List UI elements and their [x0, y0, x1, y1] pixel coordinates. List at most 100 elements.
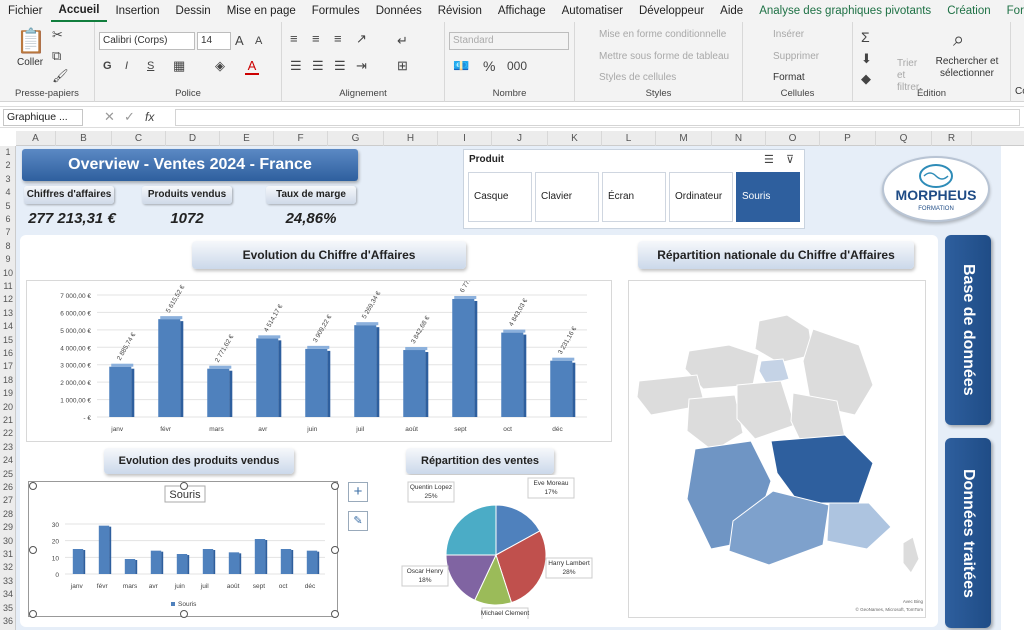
- orientation-icon[interactable]: ↗: [356, 32, 367, 46]
- add-chart-element-button[interactable]: +: [348, 482, 368, 502]
- menu-9[interactable]: Automatiser: [554, 5, 631, 17]
- col-header[interactable]: M: [656, 131, 712, 146]
- row-header[interactable]: 15: [0, 334, 16, 346]
- ca-bar[interactable]: [256, 338, 279, 417]
- col-header[interactable]: Q: [876, 131, 932, 146]
- row-header[interactable]: 27: [0, 494, 16, 506]
- context-tab-1[interactable]: Création: [939, 5, 998, 17]
- ca-bar[interactable]: [207, 368, 230, 417]
- row-header[interactable]: 5: [0, 200, 16, 212]
- col-header[interactable]: D: [166, 131, 220, 146]
- ca-bar[interactable]: [354, 325, 377, 417]
- find-select-button[interactable]: Rechercher et sélectionner: [935, 56, 999, 80]
- percent-icon[interactable]: %: [483, 59, 495, 73]
- format-button[interactable]: Format: [773, 72, 805, 83]
- resize-handle[interactable]: [29, 610, 37, 618]
- col-header[interactable]: L: [602, 131, 656, 146]
- row-header[interactable]: 22: [0, 427, 16, 439]
- row-header[interactable]: 23: [0, 441, 16, 453]
- align-center-icon[interactable]: ☰: [312, 59, 324, 73]
- delete-button[interactable]: Supprimer: [773, 51, 819, 62]
- wrap-icon[interactable]: ↵: [397, 34, 408, 48]
- menu-3[interactable]: Dessin: [168, 5, 219, 17]
- product-bar[interactable]: [228, 552, 240, 574]
- row-header[interactable]: 26: [0, 481, 16, 493]
- col-header[interactable]: G: [328, 131, 384, 146]
- row-header[interactable]: 10: [0, 267, 16, 279]
- format-as-table-button[interactable]: Mettre sous forme de tableau: [599, 51, 729, 62]
- product-bar[interactable]: [150, 550, 162, 574]
- row-header[interactable]: 19: [0, 387, 16, 399]
- align-top-icon[interactable]: ≡: [290, 32, 298, 46]
- align-middle-icon[interactable]: ≡: [312, 32, 320, 46]
- processed-data-button[interactable]: Données traitées: [945, 438, 991, 628]
- autosum-icon[interactable]: Σ: [861, 30, 870, 44]
- product-bar[interactable]: [306, 550, 318, 574]
- row-header[interactable]: 29: [0, 521, 16, 533]
- row-header[interactable]: 1: [0, 146, 16, 158]
- cell-styles-button[interactable]: Styles de cellules: [599, 72, 676, 83]
- row-header[interactable]: 21: [0, 414, 16, 426]
- row-header[interactable]: 13: [0, 307, 16, 319]
- col-header[interactable]: F: [274, 131, 328, 146]
- merge-icon[interactable]: ⊞: [397, 59, 408, 73]
- sales-pie-chart[interactable]: Eve Moreau 17% Harry Lambert 28% Michael Cle…: [376, 475, 616, 629]
- product-bar[interactable]: [202, 549, 214, 574]
- resize-handle[interactable]: [331, 482, 339, 490]
- italic-button[interactable]: I: [125, 59, 128, 73]
- col-header[interactable]: A: [16, 131, 56, 146]
- col-header[interactable]: I: [438, 131, 492, 146]
- multiselect-icon[interactable]: ☰: [764, 153, 774, 167]
- grow-font-icon[interactable]: A: [235, 34, 244, 48]
- cut-icon[interactable]: ✂: [52, 28, 63, 42]
- fill-color-icon[interactable]: ◈: [215, 59, 225, 73]
- col-header[interactable]: K: [548, 131, 602, 146]
- resize-handle[interactable]: [29, 482, 37, 490]
- map-chart[interactable]: Avec Bing © GeoNames, Microsoft, TomTom: [628, 280, 926, 618]
- insert-button[interactable]: Insérer: [773, 29, 804, 40]
- fx-button[interactable]: fx: [145, 110, 154, 124]
- row-header[interactable]: 12: [0, 293, 16, 305]
- shrink-font-icon[interactable]: A: [255, 34, 262, 48]
- number-format-combo[interactable]: Standard: [449, 32, 569, 50]
- col-header[interactable]: R: [932, 131, 972, 146]
- resize-handle[interactable]: [331, 610, 339, 618]
- menu-6[interactable]: Données: [368, 5, 430, 17]
- row-header[interactable]: 9: [0, 253, 16, 265]
- align-right-icon[interactable]: ☰: [334, 59, 346, 73]
- col-header[interactable]: J: [492, 131, 548, 146]
- menu-0[interactable]: Fichier: [0, 5, 51, 17]
- ca-bar[interactable]: [452, 298, 475, 417]
- slicer-item-clavier[interactable]: Clavier: [535, 172, 599, 222]
- product-bar[interactable]: [98, 525, 110, 574]
- row-header[interactable]: 31: [0, 548, 16, 560]
- products-chart[interactable]: Souris 30 20 10 0 janv févr mars avr juin juil août…: [28, 481, 339, 618]
- name-box[interactable]: Graphique ...: [3, 109, 83, 126]
- col-header[interactable]: O: [766, 131, 820, 146]
- resize-handle[interactable]: [180, 482, 188, 490]
- clear-filter-icon[interactable]: ⊽: [786, 153, 794, 167]
- font-name-combo[interactable]: Calibri (Corps): [99, 32, 195, 50]
- row-header[interactable]: 36: [0, 615, 16, 627]
- slicer-item-casque[interactable]: Casque: [468, 172, 532, 222]
- product-bar[interactable]: [72, 549, 84, 574]
- chart-styles-button[interactable]: ✎: [348, 511, 368, 531]
- context-tab-0[interactable]: Analyse des graphiques pivotants: [751, 5, 939, 17]
- ca-bar[interactable]: [305, 348, 328, 417]
- underline-button[interactable]: S: [147, 59, 154, 73]
- row-header[interactable]: 14: [0, 320, 16, 332]
- menu-10[interactable]: Développeur: [631, 5, 712, 17]
- menu-2[interactable]: Insertion: [107, 5, 167, 17]
- row-header[interactable]: 25: [0, 468, 16, 480]
- slicer-item-souris[interactable]: Souris: [736, 172, 800, 222]
- row-header[interactable]: 4: [0, 186, 16, 198]
- row-header[interactable]: 32: [0, 561, 16, 573]
- menu-1[interactable]: Accueil: [50, 0, 108, 22]
- ca-bar[interactable]: [403, 350, 426, 417]
- col-header[interactable]: C: [112, 131, 166, 146]
- context-tab-2[interactable]: Format: [999, 5, 1024, 17]
- col-header[interactable]: P: [820, 131, 876, 146]
- format-painter-icon[interactable]: 🖌: [52, 69, 69, 83]
- align-left-icon[interactable]: ☰: [290, 59, 302, 73]
- row-header[interactable]: 35: [0, 602, 16, 614]
